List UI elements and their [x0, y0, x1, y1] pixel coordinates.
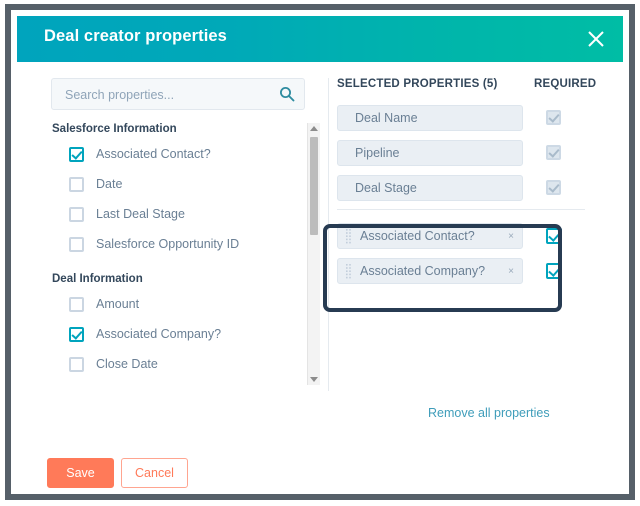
search-box[interactable]	[51, 78, 305, 111]
checkbox-amount[interactable]	[69, 296, 84, 312]
dialog-header: Deal creator properties	[17, 16, 623, 62]
property-label: Salesforce Opportunity ID	[96, 237, 240, 251]
required-column-title: REQUIRED	[534, 78, 597, 90]
selected-properties-title: SELECTED PROPERTIES (5)	[337, 78, 498, 90]
property-row-date[interactable]: Date	[51, 169, 305, 199]
selected-list-divider	[337, 209, 585, 210]
chevron-down-icon[interactable]	[310, 377, 318, 382]
required-cell	[546, 110, 561, 125]
remove-icon[interactable]: ×	[508, 230, 514, 243]
deal-creator-properties-dialog: Deal creator properties Search propertie…	[17, 16, 623, 488]
required-checkbox-deal-stage	[546, 180, 561, 195]
required-checkbox-pipeline	[546, 145, 561, 160]
available-properties-list[interactable]: Salesforce Information Associated Contac…	[51, 123, 305, 401]
selected-row-associated-company[interactable]: Associated Company? ×	[337, 253, 602, 288]
remove-icon[interactable]: ×	[508, 265, 514, 278]
selected-property-pill[interactable]: Associated Company? ×	[337, 257, 523, 284]
drag-handle-icon[interactable]	[346, 263, 351, 280]
screenshot-root: Deal creator properties Search propertie…	[0, 0, 640, 506]
selected-property-pill: Deal Name	[337, 104, 523, 131]
property-row-associated-contact[interactable]: Associated Contact?	[51, 139, 305, 169]
required-cell	[546, 180, 561, 195]
selected-properties-panel: SELECTED PROPERTIES (5) REQUIRED Deal Na…	[337, 78, 602, 288]
property-label: Associated Company?	[96, 327, 222, 341]
required-checkbox-deal-name	[546, 110, 561, 125]
selected-property-pill: Deal Stage	[337, 174, 523, 201]
selected-property-label: Associated Company?	[360, 263, 486, 278]
property-row-associated-company[interactable]: Associated Company?	[51, 319, 305, 349]
selected-property-label: Associated Contact?	[360, 228, 475, 243]
chevron-up-icon[interactable]	[310, 126, 318, 131]
selected-properties-header: SELECTED PROPERTIES (5) REQUIRED	[337, 78, 602, 100]
checkbox-associated-contact[interactable]	[69, 146, 84, 162]
section-heading-deal-information: Deal Information	[52, 273, 143, 285]
checkbox-date[interactable]	[69, 176, 84, 192]
checkbox-salesforce-opportunity-id[interactable]	[69, 236, 84, 252]
property-row-last-deal-stage[interactable]: Last Deal Stage	[51, 199, 305, 229]
save-button[interactable]: Save	[47, 458, 114, 488]
required-cell[interactable]	[546, 262, 562, 279]
search-input[interactable]	[63, 79, 277, 111]
selected-property-label: Pipeline	[355, 145, 400, 160]
property-label: Close Date	[96, 357, 158, 371]
required-checkbox-associated-company[interactable]	[546, 262, 562, 279]
selected-property-pill[interactable]: Associated Contact? ×	[337, 222, 523, 249]
drag-handle-icon[interactable]	[346, 228, 351, 245]
property-picker-panel: Salesforce Information Associated Contac…	[51, 78, 321, 372]
dialog-body: Salesforce Information Associated Contac…	[17, 62, 623, 488]
remove-all-properties-link[interactable]: Remove all properties	[428, 406, 550, 420]
properties-list-scrollbar[interactable]	[307, 123, 320, 385]
selected-row-deal-stage: Deal Stage	[337, 170, 602, 205]
checkbox-close-date[interactable]	[69, 356, 84, 372]
required-cell	[546, 145, 561, 160]
cancel-button[interactable]: Cancel	[121, 458, 188, 488]
property-label: Last Deal Stage	[96, 207, 185, 221]
close-icon[interactable]	[585, 28, 607, 50]
required-cell[interactable]	[546, 227, 562, 244]
dialog-title: Deal creator properties	[44, 27, 227, 45]
property-label: Date	[96, 177, 123, 191]
required-checkbox-associated-contact[interactable]	[546, 227, 562, 244]
checkbox-associated-company[interactable]	[69, 326, 84, 342]
property-label: Associated Contact?	[96, 147, 211, 161]
property-row-salesforce-opportunity-id[interactable]: Salesforce Opportunity ID	[51, 229, 305, 259]
property-row-close-date[interactable]: Close Date	[51, 349, 305, 379]
column-divider	[328, 78, 329, 391]
selected-property-label: Deal Name	[355, 110, 418, 125]
selected-property-label: Deal Stage	[355, 180, 417, 195]
scrollbar-thumb[interactable]	[310, 137, 318, 235]
property-row-amount[interactable]: Amount	[51, 289, 305, 319]
checkbox-last-deal-stage[interactable]	[69, 206, 84, 222]
search-icon	[279, 86, 295, 102]
selected-property-pill: Pipeline	[337, 139, 523, 166]
selected-row-associated-contact[interactable]: Associated Contact? ×	[337, 218, 602, 253]
selected-row-deal-name: Deal Name	[337, 100, 602, 135]
section-heading-salesforce-information: Salesforce Information	[52, 123, 177, 135]
selected-row-pipeline: Pipeline	[337, 135, 602, 170]
property-label: Amount	[96, 297, 140, 311]
